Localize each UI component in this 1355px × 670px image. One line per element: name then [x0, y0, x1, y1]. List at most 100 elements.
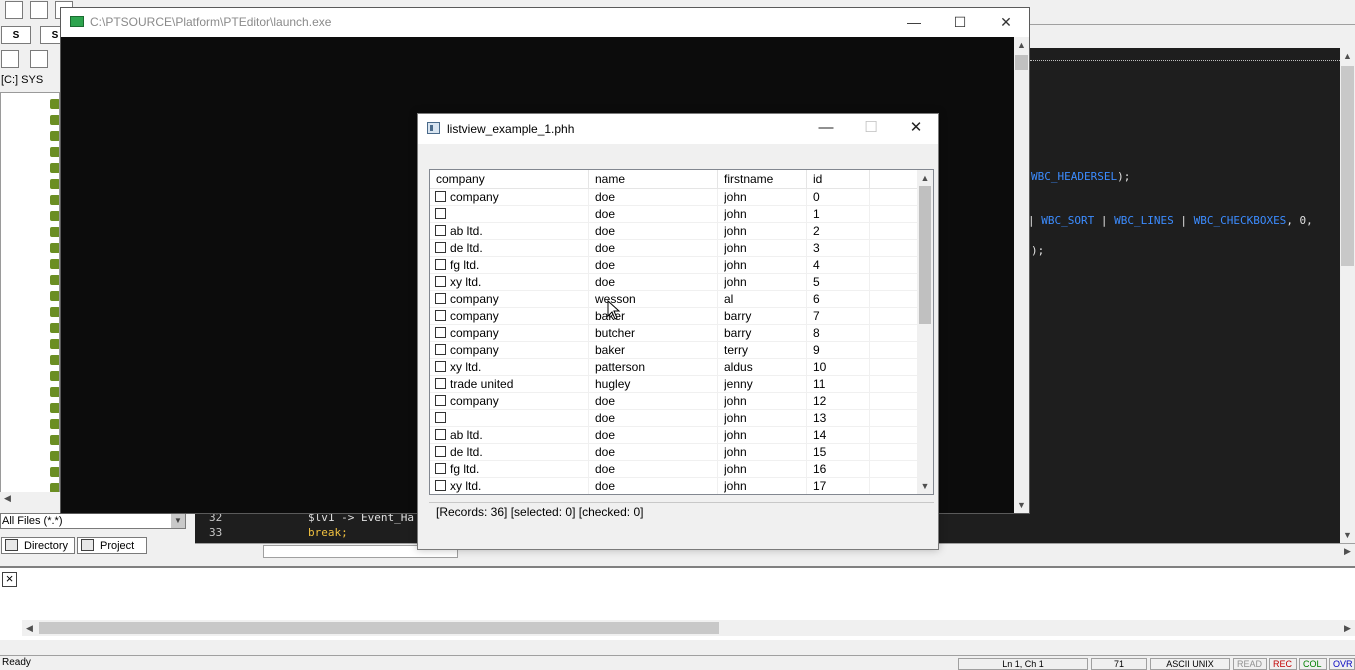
list-item[interactable]: xy ltd. patterson aldus 10 — [430, 359, 917, 376]
tree-folder-icon[interactable] — [50, 275, 59, 285]
chevron-down-icon[interactable]: ▼ — [171, 514, 185, 528]
row-checkbox[interactable] — [435, 344, 446, 355]
tree-folder-icon[interactable] — [50, 419, 59, 429]
minimize-button[interactable]: — — [891, 8, 937, 37]
file-filter-combo[interactable]: All Files (*.*) ▼ — [0, 513, 186, 529]
close-button[interactable]: ✕ — [893, 114, 939, 144]
list-item[interactable]: company baker barry 7 — [430, 308, 917, 325]
list-item[interactable]: fg ltd. doe john 4 — [430, 257, 917, 274]
list-item[interactable]: de ltd. doe john 3 — [430, 240, 917, 257]
list-item[interactable]: trade united hugley jenny 11 — [430, 376, 917, 393]
copy-icon[interactable] — [30, 50, 48, 68]
tab-project[interactable]: Project — [77, 537, 147, 554]
row-checkbox[interactable] — [435, 378, 446, 389]
list-item[interactable]: xy ltd. doe john 17 — [430, 478, 917, 494]
dialog-titlebar[interactable]: listview_example_1.phh — ☐ ✕ — [418, 114, 938, 144]
list-item[interactable]: fg ltd. doe john 16 — [430, 461, 917, 478]
row-checkbox[interactable] — [435, 242, 446, 253]
scroll-up-icon[interactable]: ▲ — [1340, 48, 1355, 64]
console-vscrollbar[interactable]: ▲ ▼ — [1014, 37, 1029, 513]
column-header-name[interactable]: name — [589, 170, 718, 188]
scroll-right-icon[interactable]: ▶ — [1340, 620, 1355, 636]
listview[interactable]: company name firstname id company doe john… — [429, 169, 934, 495]
column-header-firstname[interactable]: firstname — [718, 170, 807, 188]
tree-folder-icon[interactable] — [50, 467, 59, 477]
scroll-down-icon[interactable]: ▼ — [1014, 497, 1029, 513]
left-tab-1[interactable]: S — [1, 26, 31, 44]
tree-folder-icon[interactable] — [50, 323, 59, 333]
list-item[interactable]: company doe john 12 — [430, 393, 917, 410]
tree-folder-icon[interactable] — [50, 291, 59, 301]
directory-tree[interactable] — [0, 92, 60, 512]
row-checkbox[interactable] — [435, 361, 446, 372]
tree-folder-icon[interactable] — [50, 371, 59, 381]
scroll-thumb[interactable] — [919, 186, 931, 324]
row-checkbox[interactable] — [435, 259, 446, 270]
scroll-left-icon[interactable]: ◀ — [22, 620, 37, 636]
row-checkbox[interactable] — [435, 463, 446, 474]
tree-folder-icon[interactable] — [50, 147, 59, 157]
tree-folder-icon[interactable] — [50, 99, 59, 109]
row-checkbox[interactable] — [435, 310, 446, 321]
tree-folder-icon[interactable] — [50, 403, 59, 413]
code-vscrollbar[interactable]: ▲ ▼ — [1340, 48, 1355, 543]
tree-folder-icon[interactable] — [50, 195, 59, 205]
row-checkbox[interactable] — [435, 327, 446, 338]
maximize-button[interactable]: ☐ — [937, 8, 983, 37]
minimize-button[interactable]: — — [803, 114, 849, 144]
tab-directory[interactable]: Directory — [1, 537, 75, 554]
list-item[interactable]: company wesson al 6 — [430, 291, 917, 308]
tree-folder-icon[interactable] — [50, 211, 59, 221]
tree-folder-icon[interactable] — [50, 179, 59, 189]
console-titlebar[interactable]: C:\PTSOURCE\Platform\PTEditor\launch.exe… — [61, 8, 1029, 37]
tree-folder-icon[interactable] — [50, 435, 59, 445]
scroll-up-icon[interactable]: ▲ — [1014, 37, 1029, 53]
row-checkbox[interactable] — [435, 208, 446, 219]
row-checkbox[interactable] — [435, 293, 446, 304]
tree-folder-icon[interactable] — [50, 227, 59, 237]
list-item[interactable]: doe john 13 — [430, 410, 917, 427]
scroll-thumb[interactable] — [1341, 66, 1354, 266]
tree-folder-icon[interactable] — [50, 259, 59, 269]
tree-folder-icon[interactable] — [50, 387, 59, 397]
row-checkbox[interactable] — [435, 446, 446, 457]
scroll-thumb[interactable] — [39, 622, 719, 634]
column-header-company[interactable]: company — [430, 170, 589, 188]
tree-folder-icon[interactable] — [50, 243, 59, 253]
close-icon[interactable]: × — [2, 572, 17, 587]
row-checkbox[interactable] — [435, 276, 446, 287]
row-checkbox[interactable] — [435, 395, 446, 406]
list-item[interactable]: company baker terry 9 — [430, 342, 917, 359]
tree-folder-icon[interactable] — [50, 131, 59, 141]
list-item[interactable]: xy ltd. doe john 5 — [430, 274, 917, 291]
list-item[interactable]: doe john 1 — [430, 206, 917, 223]
new-file-icon[interactable] — [5, 1, 23, 19]
scroll-down-icon[interactable]: ▼ — [917, 478, 933, 494]
scroll-up-icon[interactable]: ▲ — [917, 170, 933, 186]
row-checkbox[interactable] — [435, 191, 446, 202]
tree-folder-icon[interactable] — [50, 163, 59, 173]
scroll-left-icon[interactable]: ◀ — [0, 490, 15, 506]
refresh-icon[interactable] — [1, 50, 19, 68]
row-checkbox[interactable] — [435, 429, 446, 440]
tree-folder-icon[interactable] — [50, 355, 59, 365]
list-item[interactable]: ab ltd. doe john 14 — [430, 427, 917, 444]
tree-folder-icon[interactable] — [50, 451, 59, 461]
row-checkbox[interactable] — [435, 412, 446, 423]
scroll-thumb[interactable] — [1015, 55, 1028, 70]
tree-folder-icon[interactable] — [50, 339, 59, 349]
tree-folder-icon[interactable] — [50, 115, 59, 125]
scroll-right-icon[interactable]: ▶ — [1340, 543, 1355, 559]
list-item[interactable]: ab ltd. doe john 2 — [430, 223, 917, 240]
open-folder-icon[interactable] — [30, 1, 48, 19]
listview-vscrollbar[interactable]: ▲ ▼ — [917, 170, 933, 494]
close-button[interactable]: ✕ — [983, 8, 1029, 37]
list-item[interactable]: company butcher barry 8 — [430, 325, 917, 342]
scroll-down-icon[interactable]: ▼ — [1340, 527, 1355, 543]
column-header-id[interactable]: id — [807, 170, 870, 188]
list-item[interactable]: company doe john 0 — [430, 189, 917, 206]
output-hscrollbar[interactable]: ◀ ▶ — [22, 620, 1355, 636]
row-checkbox[interactable] — [435, 225, 446, 236]
row-checkbox[interactable] — [435, 480, 446, 491]
list-item[interactable]: de ltd. doe john 15 — [430, 444, 917, 461]
